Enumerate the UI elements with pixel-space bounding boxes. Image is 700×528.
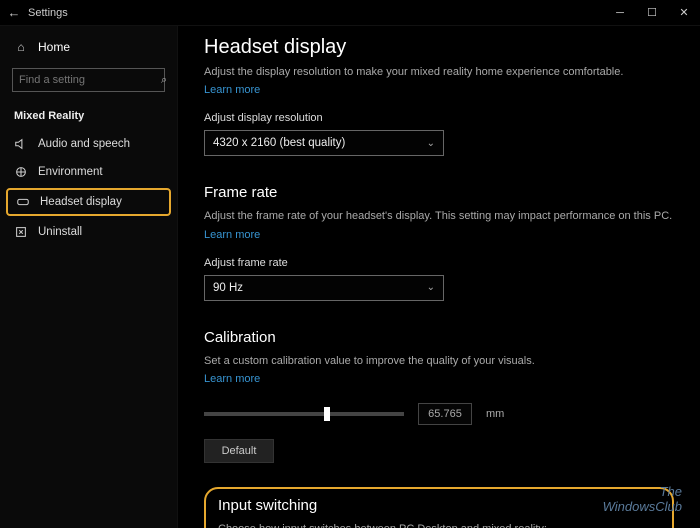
sidebar-item-label: Headset display — [40, 196, 122, 208]
home-label: Home — [38, 40, 70, 54]
sidebar-item-headset-display[interactable]: Headset display — [6, 188, 171, 216]
titlebar: ← Settings ─ ☐ ✕ — [0, 0, 700, 26]
sidebar-item-label: Environment — [38, 166, 103, 178]
category-header: Mixed Reality — [0, 100, 177, 130]
calibration-slider[interactable] — [204, 412, 404, 416]
frame-rate-title: Frame rate — [204, 184, 674, 201]
frame-rate-learn-more-link[interactable]: Learn more — [204, 229, 260, 241]
search-box[interactable]: ⌕ — [12, 68, 165, 92]
calibration-title: Calibration — [204, 329, 674, 346]
back-button[interactable]: ← — [0, 5, 28, 20]
calibration-unit: mm — [486, 408, 504, 420]
content-area: Headset display Adjust the display resol… — [178, 26, 700, 528]
slider-thumb[interactable] — [324, 407, 330, 421]
resolution-learn-more-link[interactable]: Learn more — [204, 84, 260, 96]
home-nav[interactable]: ⌂ Home — [0, 34, 177, 60]
sidebar: ⌂ Home ⌕ Mixed Reality Audio and speech … — [0, 26, 178, 528]
input-switching-desc: Choose how input switches between PC Des… — [218, 522, 660, 528]
speaker-icon — [14, 137, 28, 151]
uninstall-icon — [14, 225, 28, 239]
resolution-field-label: Adjust display resolution — [204, 112, 674, 124]
search-icon: ⌕ — [161, 74, 167, 87]
search-input[interactable] — [19, 74, 161, 86]
sidebar-item-label: Audio and speech — [38, 138, 130, 150]
chevron-down-icon: ⌄ — [427, 282, 435, 293]
input-switching-section: Input switching Choose how input switche… — [204, 487, 674, 528]
default-button[interactable]: Default — [204, 439, 274, 463]
frame-rate-dropdown[interactable]: 90 Hz ⌄ — [204, 275, 444, 301]
frame-rate-value: 90 Hz — [213, 282, 243, 294]
sidebar-item-label: Uninstall — [38, 226, 82, 238]
resolution-dropdown[interactable]: 4320 x 2160 (best quality) ⌄ — [204, 130, 444, 156]
home-icon: ⌂ — [14, 40, 28, 54]
maximize-button[interactable]: ☐ — [636, 6, 668, 19]
sidebar-item-uninstall[interactable]: Uninstall — [0, 218, 177, 246]
minimize-button[interactable]: ─ — [604, 7, 636, 19]
calibration-desc: Set a custom calibration value to improv… — [204, 354, 674, 369]
headset-icon — [16, 195, 30, 209]
resolution-value: 4320 x 2160 (best quality) — [213, 137, 345, 149]
calibration-learn-more-link[interactable]: Learn more — [204, 373, 260, 385]
page-title: Headset display — [204, 36, 674, 59]
window-title: Settings — [28, 7, 68, 19]
input-switching-title: Input switching — [218, 497, 660, 514]
frame-rate-desc: Adjust the frame rate of your headset's … — [204, 209, 674, 224]
resolution-desc: Adjust the display resolution to make yo… — [204, 65, 674, 80]
chevron-down-icon: ⌄ — [427, 138, 435, 149]
calibration-value: 65.765 — [418, 403, 472, 425]
close-button[interactable]: ✕ — [668, 6, 700, 19]
sidebar-item-audio[interactable]: Audio and speech — [0, 130, 177, 158]
sidebar-item-environment[interactable]: Environment — [0, 158, 177, 186]
environment-icon — [14, 165, 28, 179]
frame-rate-field-label: Adjust frame rate — [204, 257, 674, 269]
